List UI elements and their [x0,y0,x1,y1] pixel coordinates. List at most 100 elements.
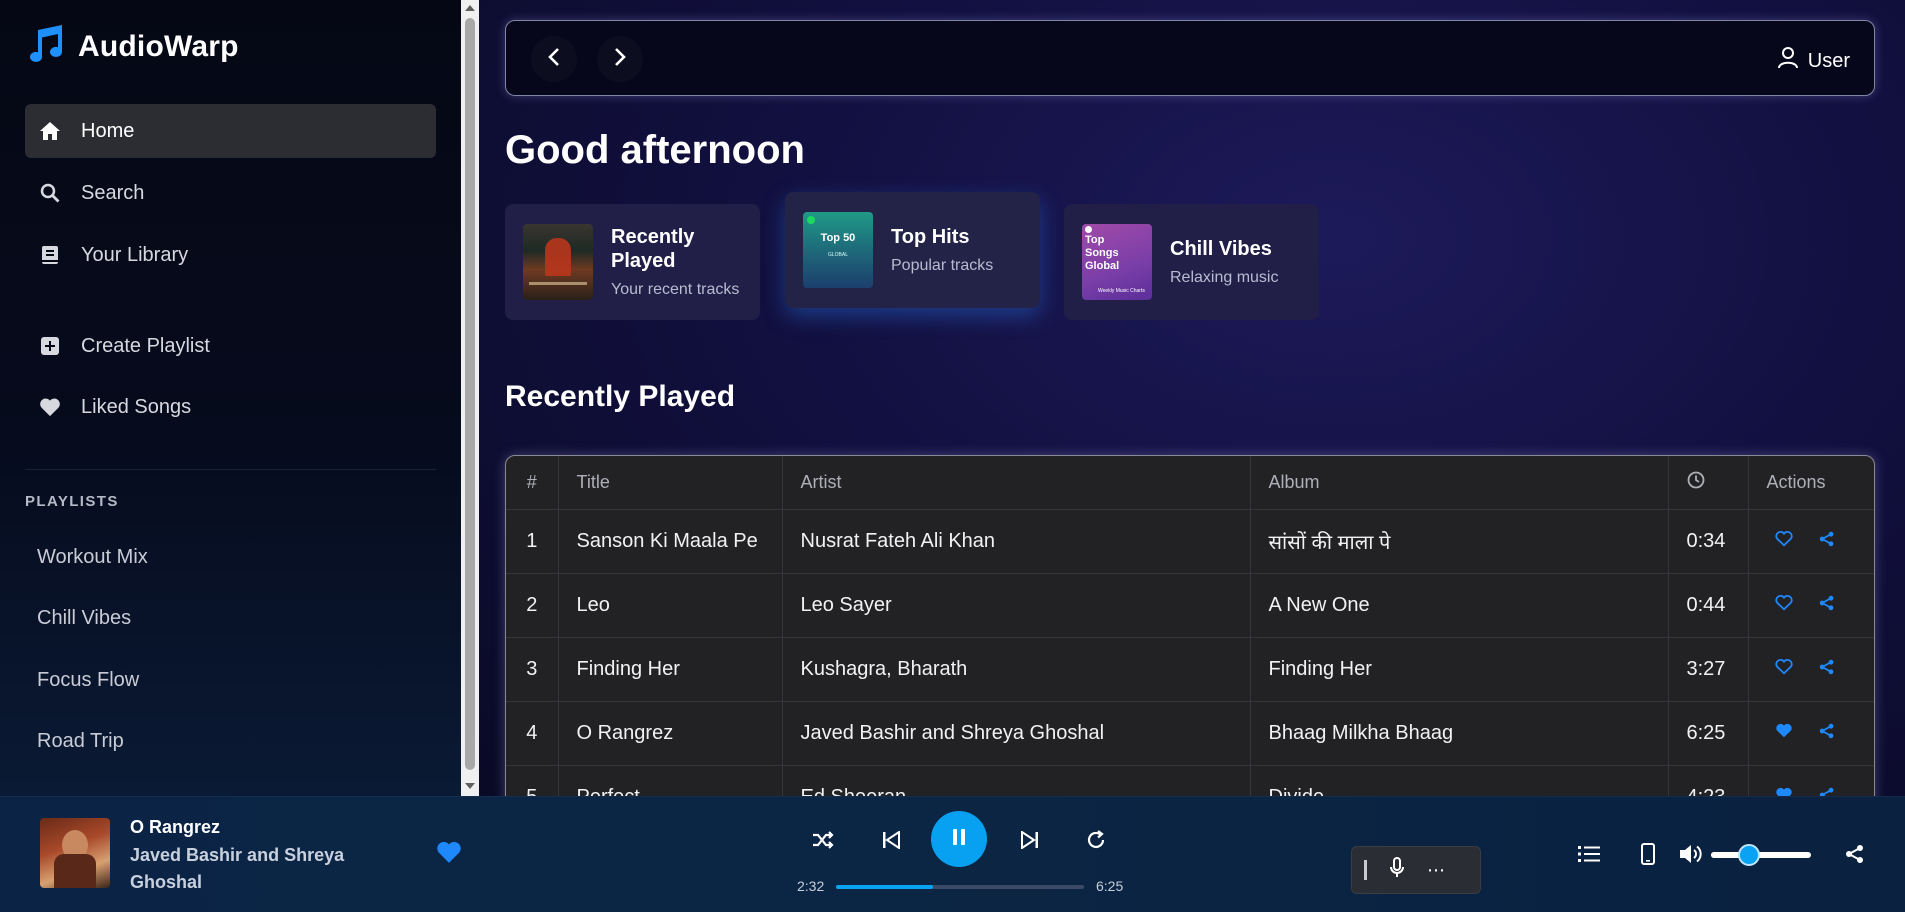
chevron-right-icon [613,47,627,72]
playlist-item[interactable]: Road Trip [37,730,124,753]
music-note-icon [24,24,66,69]
track-album[interactable]: Divide [1250,765,1669,796]
track-artist[interactable]: Kushagra, Bharath [782,637,1251,702]
share-button[interactable] [1819,530,1835,553]
track-title[interactable]: O Rangrez [558,701,783,766]
heart-icon [39,396,61,418]
track-album[interactable]: Bhaag Milkha Bhaag [1250,701,1669,766]
volume-slider-handle[interactable] [1738,844,1760,866]
table-row[interactable]: 3 Finding Her Kushagra, Bharath Finding Her… [506,637,1874,702]
sidebar-scrollbar[interactable] [461,0,479,796]
now-playing-title[interactable]: O Rangrez [130,817,220,838]
scrollbar-thumb[interactable] [465,18,475,770]
share-icon [1819,530,1835,552]
nav-home[interactable]: Home [25,104,436,158]
track-artist[interactable]: Nusrat Fateh Ali Khan [782,509,1251,574]
total-time: 6:25 [1096,878,1124,894]
queue-list-icon [1578,845,1600,868]
track-album[interactable]: A New One [1250,573,1669,638]
nav-search[interactable]: Search [25,166,436,220]
volume-button[interactable] [1679,843,1705,869]
now-playing-artist[interactable]: Javed Bashir and Shreya Ghoshal [130,842,360,896]
track-duration: 3:27 [1668,637,1749,702]
track-artist[interactable]: Leo Sayer [782,573,1251,638]
forward-button[interactable] [597,36,643,82]
connect-device-button[interactable] [1635,842,1661,869]
volume-high-icon [1679,843,1705,870]
now-playing-like-button[interactable] [436,840,462,869]
user-menu-button[interactable]: User [1777,47,1850,75]
quick-card-top-hits[interactable]: Top 50 GLOBAL Top Hits Popular tracks [785,192,1040,308]
table-row[interactable]: 5PerfectEd SheeranDivide4:23 [506,765,1874,796]
quick-card-title: Recently Played [611,226,695,272]
like-button[interactable] [1775,786,1793,796]
quick-card-recently-played[interactable]: Recently Played Your recent tracks [505,204,760,320]
microphone-icon[interactable] [1389,856,1405,884]
share-button[interactable] [1842,843,1868,869]
thumb-label: Top Songs Global [1085,234,1120,272]
track-title[interactable]: Perfect [558,765,783,796]
text-cursor-icon [1364,860,1367,880]
table-row[interactable]: 1 Sanson Ki Maala Pe Nusrat Fateh Ali Khan… [506,509,1874,574]
playlist-item[interactable]: Chill Vibes [37,607,131,630]
share-button[interactable] [1819,786,1835,796]
nav-library[interactable]: Your Library [25,228,436,282]
next-track-button[interactable] [1016,828,1044,856]
quick-card-subtitle: Your recent tracks [611,281,740,298]
scroll-up-arrow-icon[interactable] [465,5,475,11]
skip-forward-icon [1021,829,1039,854]
track-table: # Title Artist Album Actions 1 Sanson Ki … [505,455,1875,796]
share-button[interactable] [1819,722,1835,745]
track-title[interactable]: Sanson Ki Maala Pe [558,509,783,574]
back-button[interactable] [531,36,577,82]
scroll-down-arrow-icon[interactable] [465,783,475,789]
clock-icon [1687,471,1705,493]
column-header-duration[interactable] [1668,456,1749,510]
progress-bar[interactable] [836,885,1084,889]
like-button[interactable] [1775,722,1793,745]
current-time: 2:32 [797,878,825,894]
table-row[interactable]: 2 Leo Leo Sayer A New One 0:44 [506,573,1874,638]
thumb-sublabel: Weekly Music Charts [1098,288,1145,294]
more-options-icon[interactable]: ⋯ [1427,860,1446,881]
track-album[interactable]: Finding Her [1250,637,1669,702]
column-header-title[interactable]: Title [558,456,783,510]
nav-label: Your Library [81,243,189,266]
column-header-album[interactable]: Album [1250,456,1669,510]
now-playing-album-art[interactable] [40,818,110,888]
play-pause-button[interactable] [931,811,987,867]
track-actions [1748,701,1874,766]
share-button[interactable] [1819,658,1835,681]
track-artist[interactable]: Javed Bashir and Shreya Ghoshal [782,701,1251,766]
like-button[interactable] [1774,594,1793,617]
pause-icon [951,828,967,851]
nav-label: Liked Songs [81,395,192,418]
column-header-artist[interactable]: Artist [782,456,1251,510]
track-title[interactable]: Leo [558,573,783,638]
previous-track-button[interactable] [877,828,905,856]
volume-slider[interactable] [1711,844,1811,866]
track-actions [1748,765,1874,796]
recently-played-heading: Recently Played [505,380,736,413]
playlist-item[interactable]: Workout Mix [37,546,148,569]
create-playlist-button[interactable]: Create Playlist [25,319,436,373]
shuffle-button[interactable] [809,828,837,856]
like-button[interactable] [1774,658,1793,681]
quick-card-chill-vibes[interactable]: Top Songs Global Weekly Music Charts Chi… [1064,204,1319,320]
playlist-item[interactable]: Focus Flow [37,669,139,692]
share-button[interactable] [1819,594,1835,617]
track-album[interactable]: सांसों की माला पे [1250,509,1669,574]
heart-filled-icon [436,841,462,868]
track-title[interactable]: Finding Her [558,637,783,702]
repeat-button[interactable] [1082,828,1110,856]
app-logo[interactable]: AudioWarp [24,24,239,69]
table-row[interactable]: 4O Rangrez Javed Bashir and Shreya Ghosha… [506,701,1874,766]
share-icon [1819,786,1835,796]
liked-songs-link[interactable]: Liked Songs [25,380,436,434]
track-number: 3 [506,637,559,702]
track-duration: 0:34 [1668,509,1749,574]
queue-button[interactable] [1576,843,1602,869]
like-button[interactable] [1774,530,1793,553]
track-duration: 6:25 [1668,701,1749,766]
track-artist[interactable]: Ed Sheeran [782,765,1251,796]
